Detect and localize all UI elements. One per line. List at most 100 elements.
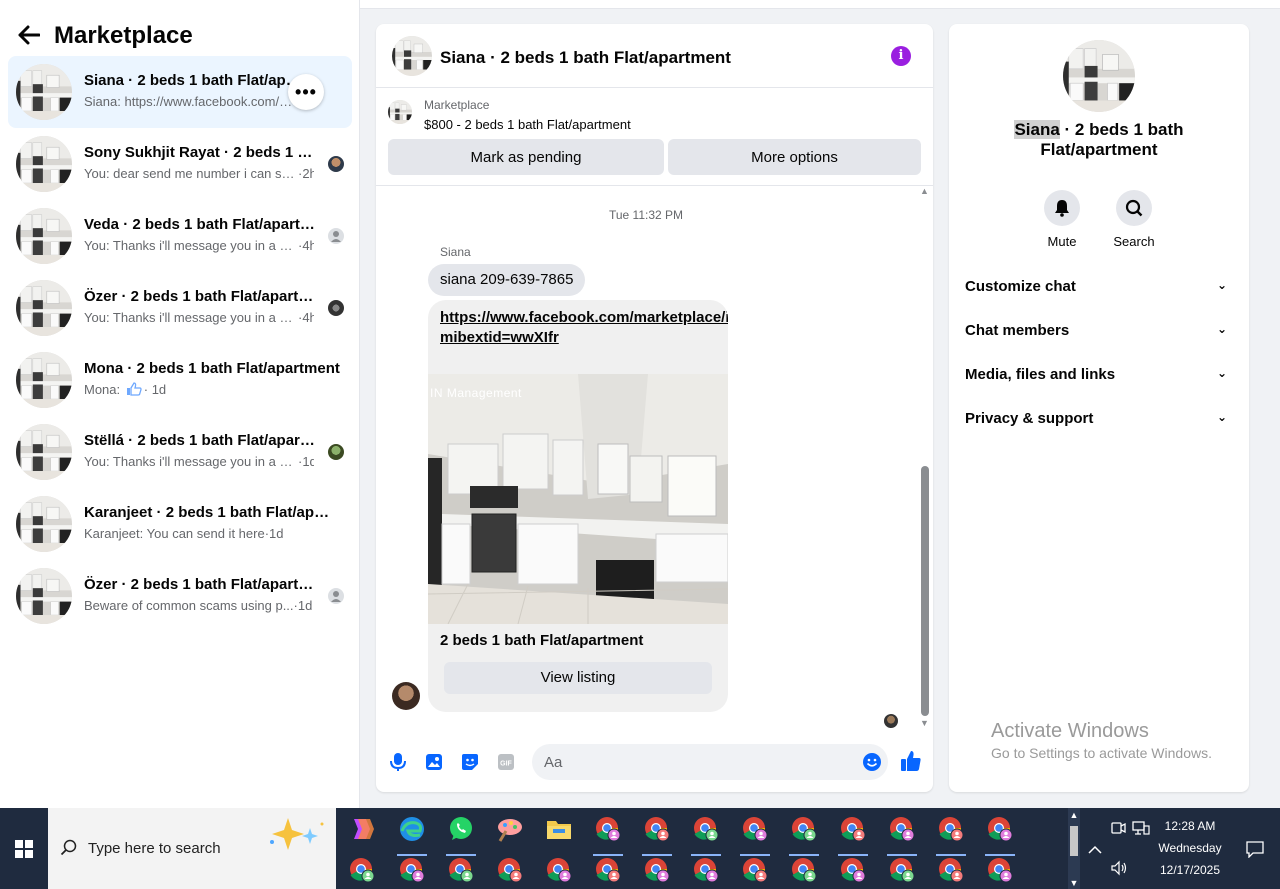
chrome-profile-icon[interactable] (594, 815, 622, 843)
windows-start-icon[interactable] (0, 808, 48, 889)
privacy-support-row[interactable]: Privacy & support ⌄ (965, 410, 1233, 434)
view-listing-button[interactable]: View listing (444, 662, 712, 694)
microphone-icon[interactable] (388, 752, 408, 772)
chrome-profile-icon[interactable] (741, 815, 769, 843)
search-icon (1116, 190, 1152, 226)
paint-icon[interactable] (496, 815, 524, 843)
mark-as-pending-button[interactable]: Mark as pending (388, 139, 664, 175)
scroll-up-icon[interactable]: ▲ (920, 186, 929, 196)
listing-link[interactable]: https://www.facebook.com/marketplace/ite… (440, 308, 728, 348)
conversation-snippet: You: dear send me number i can se... ·2h (84, 166, 314, 181)
conversation-item[interactable]: Karanjeet · 2 beds 1 bath Flat/apartment… (8, 488, 352, 560)
clock-time[interactable]: 12:28 AM (1150, 819, 1230, 833)
chrome-profile-icon[interactable] (741, 856, 769, 884)
read-receipt-avatar (328, 444, 344, 460)
listing-thumbnail (16, 352, 72, 408)
copilot-icon[interactable] (348, 815, 376, 843)
gif-icon[interactable]: GIF (496, 752, 516, 772)
more-options-button[interactable]: ••• (288, 74, 324, 110)
thumbs-up-send-icon[interactable] (900, 750, 922, 772)
conversation-snippet: You: Thanks i'll message you in a m... ·4… (84, 238, 314, 253)
search-label: Search (1113, 234, 1155, 249)
listing-photo[interactable]: IN Management (428, 374, 728, 624)
edge-browser-icon[interactable] (398, 815, 426, 843)
emoji-icon[interactable] (862, 752, 882, 777)
info-icon[interactable]: i (891, 46, 911, 66)
sender-avatar[interactable] (392, 682, 420, 710)
conversation-item[interactable]: Özer · 2 beds 1 bath Flat/apartment Bewa… (8, 560, 352, 632)
conversation-item[interactable]: Veda · 2 beds 1 bath Flat/apartment You:… (8, 200, 352, 272)
thread-scrollbar[interactable]: ▲ ▼ (920, 186, 929, 730)
listing-card-title: 2 beds 1 bath Flat/apartment (440, 632, 644, 649)
chrome-profile-icon[interactable] (594, 856, 622, 884)
volume-icon[interactable] (1110, 860, 1128, 881)
chevron-up-icon[interactable] (1088, 842, 1102, 860)
default-avatar-icon (328, 228, 344, 244)
chrome-profile-icon[interactable] (790, 815, 818, 843)
chrome-profile-icon[interactable] (643, 856, 671, 884)
scroll-down-icon[interactable]: ▼ (920, 718, 929, 728)
thumbs-up-icon (126, 382, 142, 399)
message-input[interactable] (544, 744, 844, 780)
message-composer: GIF (376, 736, 933, 792)
sticker-icon[interactable] (460, 752, 480, 772)
details-title: Siana · 2 beds 1 bath Flat/apartment (1014, 120, 1184, 159)
read-receipt-avatar (328, 300, 344, 316)
photo-icon[interactable] (424, 752, 444, 772)
search-button[interactable]: Search (1104, 190, 1164, 249)
conversation-item[interactable]: Özer · 2 beds 1 bath Flat/apartment You:… (8, 272, 352, 344)
notification-icon[interactable] (1246, 840, 1264, 863)
bell-icon (1044, 190, 1080, 226)
clock-day[interactable]: Wednesday (1150, 841, 1230, 855)
chat-members-row[interactable]: Chat members ⌄ (965, 322, 1233, 346)
chrome-profile-icon[interactable] (545, 856, 573, 884)
network-icon[interactable] (1132, 820, 1150, 841)
customize-chat-row[interactable]: Customize chat ⌄ (965, 278, 1233, 302)
file-explorer-icon[interactable] (545, 815, 573, 843)
conversation-item[interactable]: Sony Sukhjit Rayat · 2 beds 1 bath Flat/… (8, 128, 352, 200)
chrome-profile-icon[interactable] (986, 856, 1014, 884)
chevron-down-icon: ⌄ (1216, 278, 1227, 292)
conversation-name: Karanjeet · 2 beds 1 bath Flat/apartment (84, 504, 334, 521)
mute-button[interactable]: Mute (1032, 190, 1092, 249)
clock-date[interactable]: 12/17/2025 (1150, 863, 1230, 877)
chrome-profile-icon[interactable] (692, 856, 720, 884)
chrome-profile-icon[interactable] (937, 815, 965, 843)
listing-summary[interactable]: $800 - 2 beds 1 bath Flat/apartment (424, 117, 631, 132)
more-options-button[interactable]: More options (668, 139, 921, 175)
activate-windows-watermark: Activate Windows Go to Settings to activ… (991, 720, 1212, 761)
media-files-links-row[interactable]: Media, files and links ⌄ (965, 366, 1233, 390)
chevron-down-icon: ⌄ (1216, 322, 1227, 336)
conversation-name: Sony Sukhjit Rayat · 2 beds 1 bath Flat/… (84, 144, 318, 161)
chrome-profile-icon[interactable] (888, 856, 916, 884)
back-arrow-icon[interactable] (18, 23, 41, 49)
chat-avatar[interactable] (392, 36, 432, 76)
chrome-profile-icon[interactable] (398, 856, 426, 884)
chrome-profile-icon[interactable] (986, 815, 1014, 843)
chrome-profile-icon[interactable] (348, 856, 376, 884)
message-input-box[interactable] (532, 744, 888, 780)
chrome-profile-icon[interactable] (496, 856, 524, 884)
chrome-profile-icon[interactable] (839, 856, 867, 884)
taskbar-search-box[interactable]: Type here to search (48, 808, 336, 889)
conversation-item[interactable]: Stëllá · 2 beds 1 bath Flat/apartment Yo… (8, 416, 352, 488)
chrome-profile-icon[interactable] (839, 815, 867, 843)
sender-name: Siana (440, 245, 471, 259)
chat-title[interactable]: Siana · 2 beds 1 bath Flat/apartment (440, 48, 731, 68)
scrollbar-thumb[interactable] (921, 466, 929, 716)
chevron-down-icon: ⌄ (1216, 410, 1227, 424)
chrome-profile-icon[interactable] (937, 856, 965, 884)
search-icon (60, 839, 78, 862)
chrome-profile-icon[interactable] (888, 815, 916, 843)
chrome-profile-icon[interactable] (790, 856, 818, 884)
conversation-item[interactable]: Siana · 2 beds 1 bath Flat/apartment Sia… (8, 56, 352, 128)
chrome-profile-icon[interactable] (692, 815, 720, 843)
chat-header: Siana · 2 beds 1 bath Flat/apartment i (376, 24, 933, 88)
listing-thumbnail (388, 100, 412, 124)
chrome-profile-icon[interactable] (643, 815, 671, 843)
chrome-profile-icon[interactable] (447, 856, 475, 884)
meet-now-icon[interactable] (1110, 820, 1126, 841)
conversation-item[interactable]: Mona · 2 beds 1 bath Flat/apartment Mona… (8, 344, 352, 416)
tray-scrollbar[interactable]: ▲ ▼ (1068, 808, 1080, 889)
whatsapp-icon[interactable] (447, 815, 475, 843)
